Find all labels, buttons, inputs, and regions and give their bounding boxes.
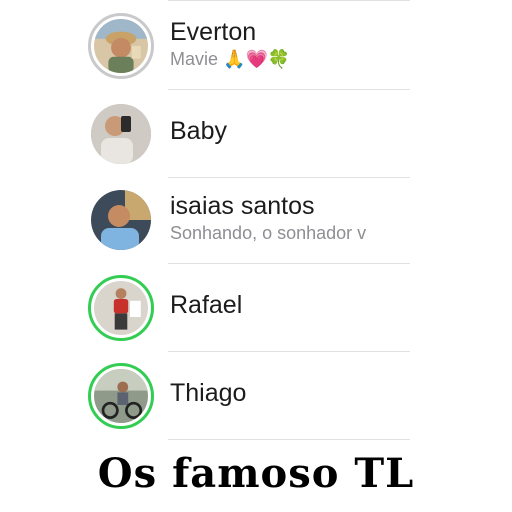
contact-status: Mavie 🙏💗🍀: [170, 47, 414, 72]
contact-name: Baby: [170, 117, 227, 145]
pink-heart-emoji: 💗: [245, 49, 268, 70]
praying-hands-emoji: 🙏: [223, 49, 246, 70]
avatar: [94, 369, 148, 423]
status-ring-new[interactable]: [88, 275, 154, 341]
list-divider: [168, 439, 410, 440]
avatar: [91, 190, 151, 250]
avatar-photo-icon: [91, 104, 151, 164]
contact-row-thiago[interactable]: Thiago: [0, 352, 512, 440]
status-contact-list-screen: Everton Mavie 🙏💗🍀 Baby isaias santos Son…: [0, 0, 512, 512]
contact-text: Baby: [170, 116, 414, 146]
avatar-photo-icon: [94, 281, 148, 335]
avatar-photo-icon: [94, 19, 148, 73]
avatar: [91, 104, 151, 164]
avatar-photo-icon: [94, 369, 148, 423]
status-text: Mavie: [170, 49, 219, 69]
contact-text: isaias santos Sonhando, o sonhador v: [170, 191, 414, 245]
avatar-frame[interactable]: [88, 187, 154, 253]
contact-text: Everton Mavie 🙏💗🍀: [170, 17, 414, 72]
contact-name: Thiago: [170, 379, 247, 407]
contact-name: isaias santos: [170, 192, 315, 220]
contact-row-rafael[interactable]: Rafael: [0, 264, 512, 352]
contact-row-everton[interactable]: Everton Mavie 🙏💗🍀: [0, 2, 512, 90]
contact-row-baby[interactable]: Baby: [0, 90, 512, 178]
list-divider: [168, 0, 410, 1]
contact-text: Rafael: [170, 290, 414, 320]
avatar: [94, 19, 148, 73]
avatar-photo-icon: [91, 190, 151, 250]
contact-name: Rafael: [170, 291, 243, 319]
four-leaf-clover-emoji: 🍀: [267, 49, 291, 70]
contact-row-isaias-santos[interactable]: isaias santos Sonhando, o sonhador v: [0, 176, 512, 264]
contact-name: Everton: [170, 18, 257, 46]
contact-text: Thiago: [170, 378, 414, 408]
status-ring-new[interactable]: [88, 363, 154, 429]
caption-text: Os famoso TL: [97, 450, 415, 497]
contact-status: Sonhando, o sonhador v: [170, 223, 367, 243]
status-ring-seen[interactable]: [88, 13, 154, 79]
avatar-frame[interactable]: [88, 101, 154, 167]
avatar: [94, 281, 148, 335]
